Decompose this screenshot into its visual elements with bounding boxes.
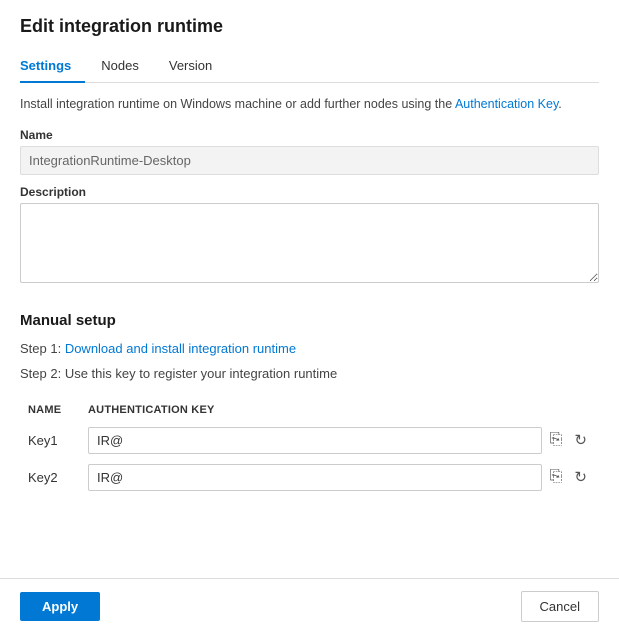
key2-value-cell: ⎘ ↻ bbox=[80, 459, 599, 496]
key2-name: Key2 bbox=[20, 459, 80, 496]
table-row: Key2 ⎘ ↻ bbox=[20, 459, 599, 496]
col-header-auth: AUTHENTICATION KEY bbox=[80, 400, 599, 422]
refresh-icon: ↻ bbox=[574, 468, 587, 486]
panel-title: Edit integration runtime bbox=[20, 16, 599, 37]
key1-input[interactable] bbox=[88, 427, 542, 454]
table-row: Key1 ⎘ ↻ bbox=[20, 422, 599, 459]
key2-input[interactable] bbox=[88, 464, 542, 491]
download-link[interactable]: Download and install integration runtime bbox=[65, 341, 296, 356]
key1-name: Key1 bbox=[20, 422, 80, 459]
copy-icon: ⎘ bbox=[550, 468, 563, 486]
keys-table: NAME AUTHENTICATION KEY Key1 ⎘ ↻ bbox=[20, 400, 599, 496]
footer: Apply Cancel bbox=[0, 578, 619, 634]
manual-setup-title: Manual setup bbox=[20, 312, 599, 329]
tab-nodes[interactable]: Nodes bbox=[101, 50, 153, 83]
name-field-group: Name bbox=[20, 128, 599, 175]
main-panel: Edit integration runtime Settings Nodes … bbox=[0, 0, 619, 578]
apply-button[interactable]: Apply bbox=[20, 592, 100, 621]
col-header-name: NAME bbox=[20, 400, 80, 422]
key2-refresh-button[interactable]: ↻ bbox=[570, 464, 591, 490]
key1-copy-button[interactable]: ⎘ bbox=[546, 427, 567, 453]
step1-text: Step 1: Download and install integration… bbox=[20, 339, 599, 359]
copy-icon: ⎘ bbox=[550, 431, 563, 449]
cancel-button[interactable]: Cancel bbox=[521, 591, 599, 622]
key1-value-cell: ⎘ ↻ bbox=[80, 422, 599, 459]
tab-version[interactable]: Version bbox=[169, 50, 226, 83]
auth-key-link[interactable]: Authentication Key bbox=[455, 97, 558, 111]
key1-refresh-button[interactable]: ↻ bbox=[570, 427, 591, 453]
name-label: Name bbox=[20, 128, 599, 142]
name-input bbox=[20, 146, 599, 175]
step2-text: Step 2: Use this key to register your in… bbox=[20, 364, 599, 384]
description-input[interactable] bbox=[20, 203, 599, 283]
tab-settings[interactable]: Settings bbox=[20, 50, 85, 83]
key2-copy-button[interactable]: ⎘ bbox=[546, 464, 567, 490]
description-label: Description bbox=[20, 185, 599, 199]
refresh-icon: ↻ bbox=[574, 431, 587, 449]
info-text: Install integration runtime on Windows m… bbox=[20, 95, 599, 114]
tabs-bar: Settings Nodes Version bbox=[20, 49, 599, 83]
description-field-group: Description bbox=[20, 185, 599, 302]
